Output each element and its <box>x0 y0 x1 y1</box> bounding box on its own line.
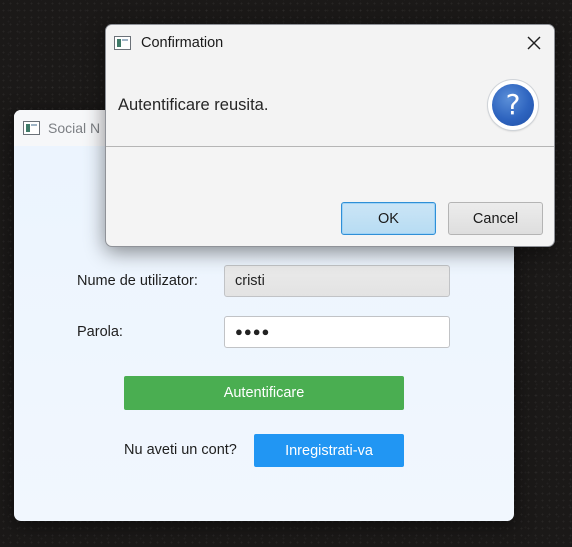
login-window-title: Social N <box>48 120 101 136</box>
dialog-header-panel: Autentificare reusita. ? <box>106 61 554 147</box>
password-label: Parola: <box>77 324 123 340</box>
ok-button[interactable]: OK <box>341 202 436 235</box>
register-button[interactable]: Inregistrati-va <box>254 434 404 467</box>
close-icon <box>527 36 541 50</box>
app-icon <box>23 121 40 135</box>
dialog-title: Confirmation <box>141 35 224 51</box>
dialog-header-text: Autentificare reusita. <box>118 96 269 114</box>
close-button[interactable] <box>514 25 554 61</box>
question-glyph: ? <box>492 84 534 126</box>
username-label: Nume de utilizator: <box>77 273 198 289</box>
question-icon: ? <box>488 80 538 130</box>
cancel-button[interactable]: Cancel <box>448 202 543 235</box>
password-field[interactable]: ●●●● <box>224 316 450 348</box>
login-button[interactable]: Autentificare <box>124 376 404 410</box>
no-account-text: Nu aveti un cont? <box>124 442 237 458</box>
confirmation-dialog: Confirmation Autentificare reusita. ? OK… <box>105 24 555 247</box>
dialog-titlebar[interactable]: Confirmation <box>106 25 554 61</box>
username-field[interactable]: cristi <box>224 265 450 297</box>
dialog-app-icon <box>114 36 131 50</box>
